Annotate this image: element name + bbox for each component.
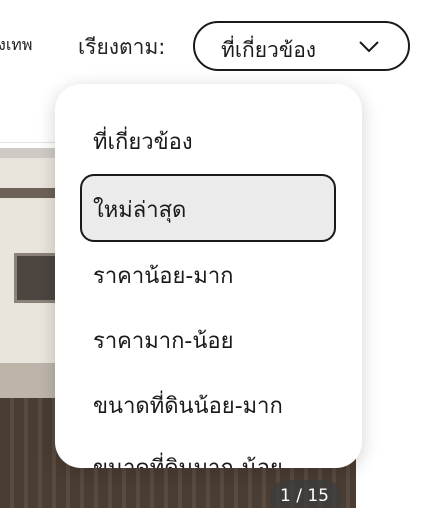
sort-option-price-desc[interactable]: ราคามาก-น้อย <box>80 305 336 373</box>
photo-counter: 1 / 15 <box>270 480 342 508</box>
sort-option-land-desc[interactable]: ขนาดที่ดินมาก-น้อย <box>80 432 336 468</box>
sort-option-price-asc[interactable]: ราคาน้อย-มาก <box>80 240 336 308</box>
sort-select[interactable]: ที่เกี่ยวข้อง <box>193 21 410 71</box>
sort-dropdown-menu: ที่เกี่ยวข้อง ใหม่ล่าสุด ราคาน้อย-มาก รา… <box>55 84 362 468</box>
sort-option-newest[interactable]: ใหม่ล่าสุด <box>80 174 336 242</box>
chevron-down-icon <box>359 41 379 53</box>
sort-label: เรียงตาม: <box>78 35 166 59</box>
toolbar: ุงเทพ เรียงตาม: ที่เกี่ยวข้อง <box>0 0 422 90</box>
sort-option-land-asc[interactable]: ขนาดที่ดินน้อย-มาก <box>80 370 336 438</box>
sort-option-relevant[interactable]: ที่เกี่ยวข้อง <box>80 106 336 174</box>
location-label: ุงเทพ <box>0 35 33 54</box>
sort-select-value: ที่เกี่ยวข้อง <box>221 38 317 62</box>
